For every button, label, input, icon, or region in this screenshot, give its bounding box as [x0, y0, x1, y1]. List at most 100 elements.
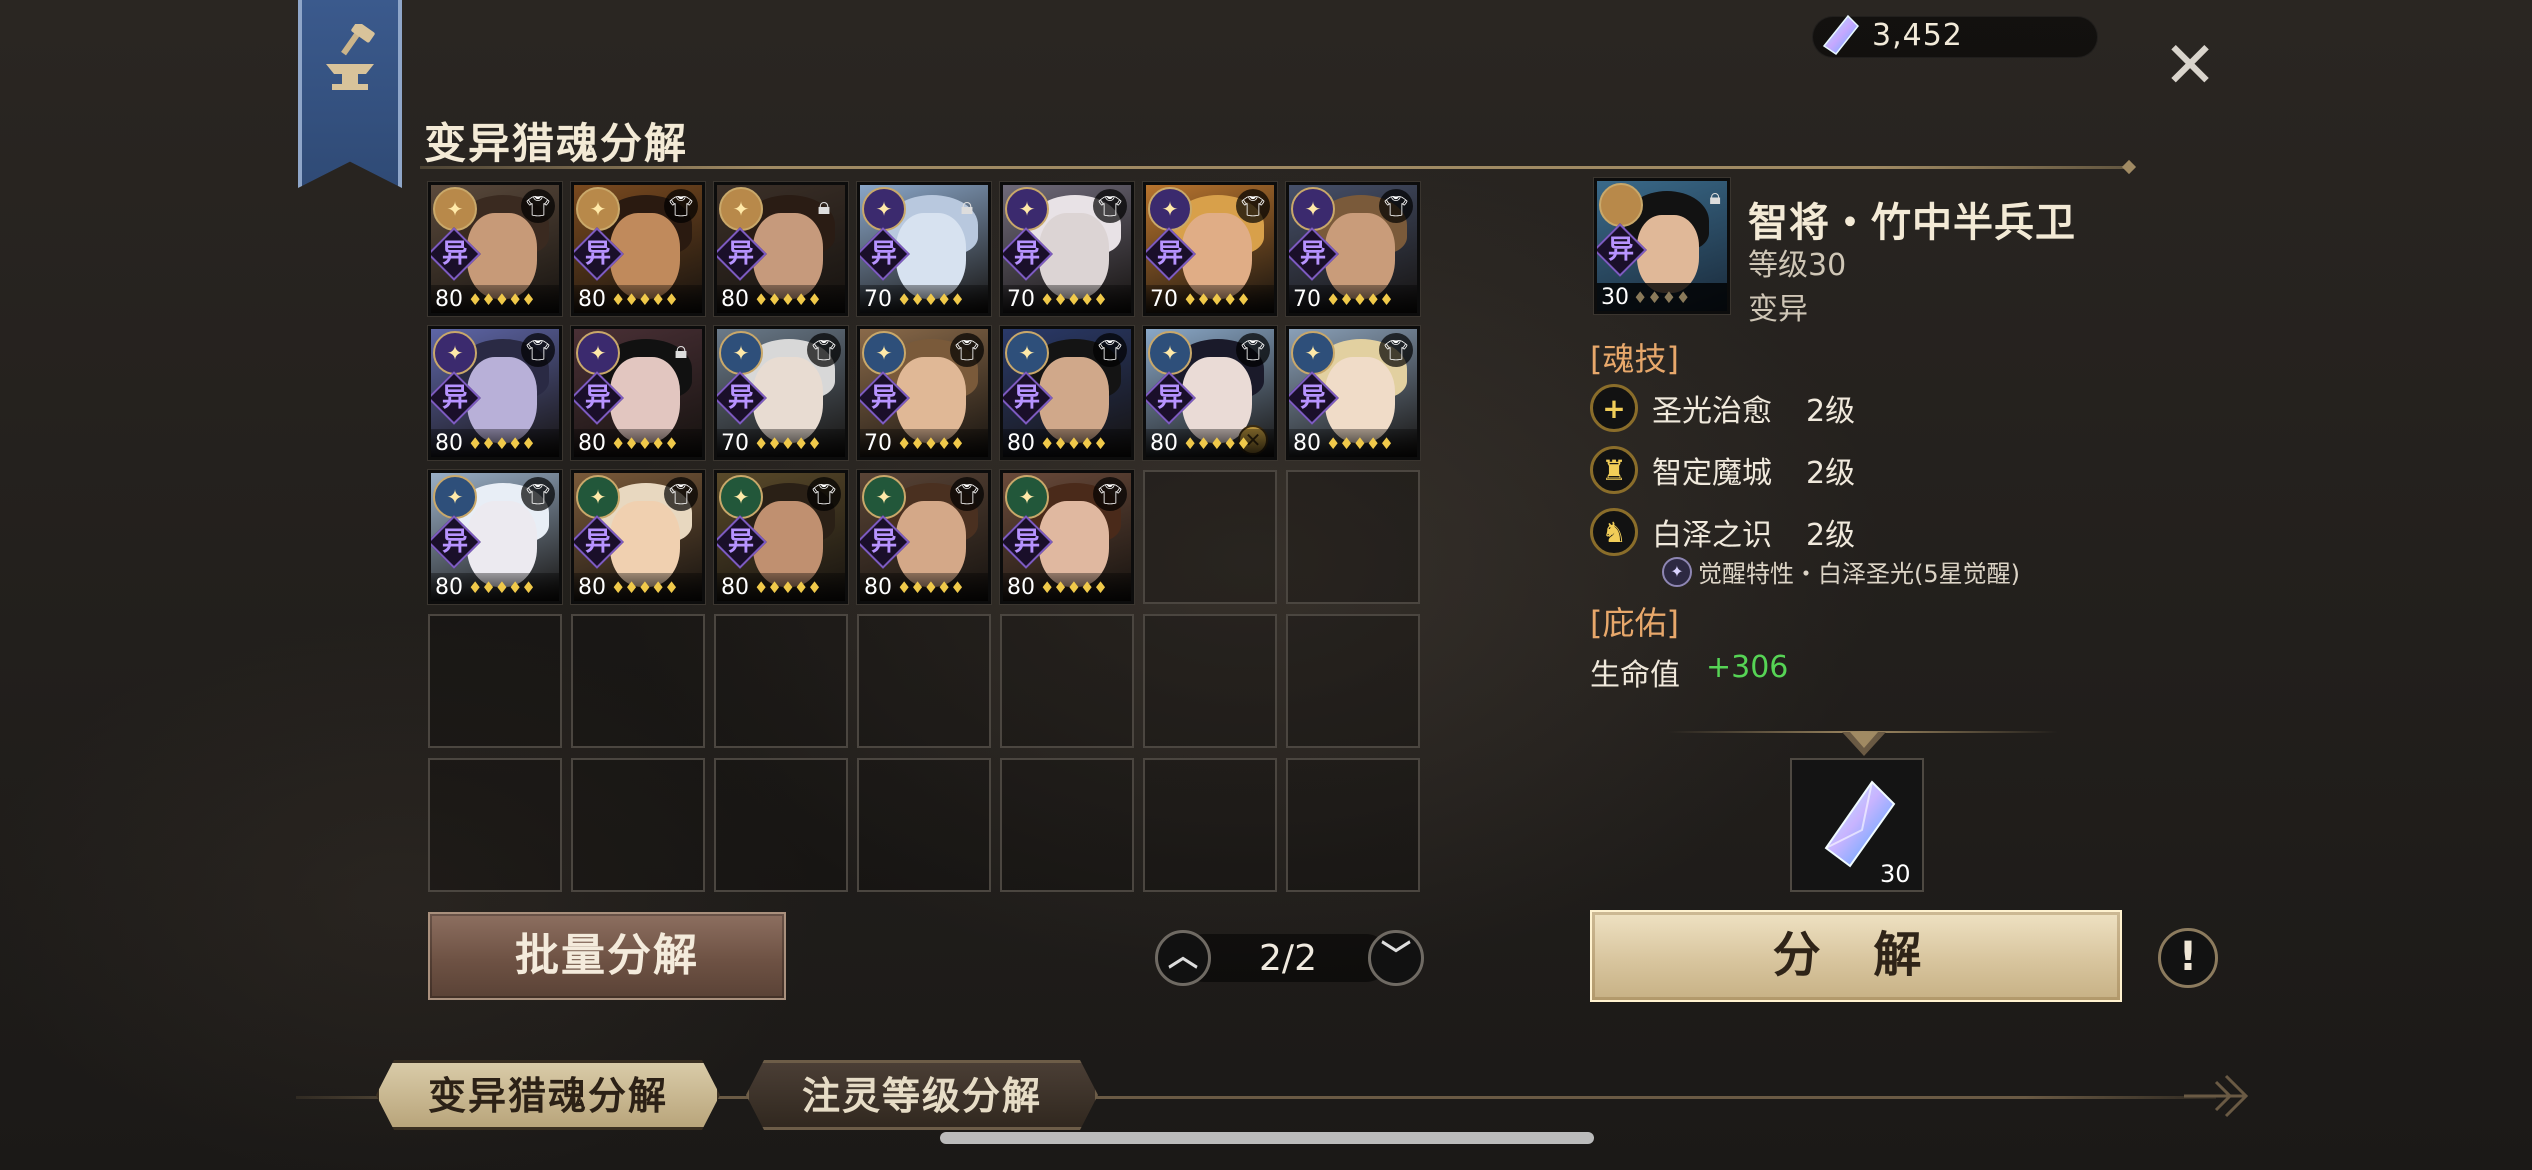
card-stars: ♦♦♦♦♦	[468, 289, 536, 309]
awaken-text: 觉醒特性・白泽圣光(5星觉醒)	[1698, 560, 2020, 588]
hp-value: +306	[1706, 650, 1789, 685]
skill-row: ♜ 智定魔城 2级	[1590, 446, 1855, 494]
card-info-bar: 80 ♦♦♦♦♦	[717, 285, 845, 313]
empty-slot	[1286, 758, 1420, 892]
soul-card[interactable]: ✦ 异 👕︎ 70 ♦♦♦♦♦	[1286, 182, 1420, 316]
awaken-icon: ✦	[1662, 556, 1692, 587]
card-info-bar: 80 ♦♦♦♦♦	[717, 573, 845, 601]
faction-badge-icon: ✦	[576, 331, 620, 375]
empty-slot	[1000, 758, 1134, 892]
card-stars: ♦♦♦♦♦	[754, 433, 822, 453]
plus-icon: +	[1590, 384, 1638, 432]
soul-card[interactable]: ✦ 异 👕︎ 80 ♦♦♦♦♦	[428, 470, 562, 604]
soul-card[interactable]: ✦ 异 🔒︎ 80 ♦♦♦♦♦	[714, 182, 848, 316]
crystal-icon	[1822, 14, 1860, 56]
skill-name: 智定魔城	[1652, 456, 1772, 491]
mutation-badge: 异	[441, 239, 468, 269]
card-stars: ♦♦♦♦♦	[897, 577, 965, 597]
mutation-badge: 异	[441, 527, 468, 557]
card-stars: ♦♦♦♦♦	[1326, 433, 1394, 453]
card-stars: ♦♦♦♦♦	[611, 577, 679, 597]
empty-slot	[714, 614, 848, 748]
skill-row: + 圣光治愈 2级	[1590, 384, 1855, 432]
mutation-badge: 异	[1299, 239, 1326, 269]
soul-card[interactable]: ✦ 异 👕︎ 80 ♦♦♦♦♦	[571, 182, 705, 316]
soul-card[interactable]: ✦ 异 🔒︎ 80 ♦♦♦♦♦	[571, 326, 705, 460]
soul-card[interactable]: ✦ 异 👕︎ 70 ♦♦♦♦♦	[714, 326, 848, 460]
card-info-bar: 70 ♦♦♦♦♦	[1289, 285, 1417, 313]
empty-slot	[1286, 614, 1420, 748]
empty-slot	[428, 614, 562, 748]
soul-card[interactable]: ✦ 异 🔒︎ 70 ♦♦♦♦♦	[857, 182, 991, 316]
exclamation-icon[interactable]: !	[2158, 928, 2218, 988]
skill-level: 2级	[1806, 456, 1856, 491]
decompose-button[interactable]: 分 解	[1590, 910, 2122, 1002]
card-stars: ♦♦♦♦♦	[1040, 433, 1108, 453]
card-stars: ♦♦♦♦♦	[468, 433, 536, 453]
mutation-badge: 异	[870, 527, 897, 557]
outfit-icon: 👕︎	[1093, 477, 1127, 511]
faction-badge-icon: ✦	[862, 331, 906, 375]
card-level: 70	[721, 430, 749, 456]
empty-slot	[857, 614, 991, 748]
soul-card[interactable]: ✦ 异 👕︎ 70 ♦♦♦♦♦	[1000, 182, 1134, 316]
skill-level: 2级	[1806, 394, 1856, 429]
chevron-down-icon[interactable]: ﹀	[1368, 930, 1424, 986]
ornament-icon	[2184, 1074, 2249, 1118]
soul-card[interactable]: ✦ 异 👕︎ 80 ♦♦♦♦♦	[714, 470, 848, 604]
faction-badge-icon: ✦	[1291, 331, 1335, 375]
soul-card[interactable]: ✦ 异 👕︎ 80 ♦♦♦♦♦	[1000, 326, 1134, 460]
faction-badge-icon: ✦	[576, 475, 620, 519]
soul-card[interactable]: ✦ 异 👕︎ 80 ♦♦♦♦♦	[428, 326, 562, 460]
outfit-icon: 👕︎	[521, 333, 555, 367]
faction-badge-icon: ✦	[1291, 187, 1335, 231]
card-stars: ♦♦♦♦♦	[754, 289, 822, 309]
soul-card[interactable]: ✦ 异 👕︎ 70 ♦♦♦♦♦	[857, 326, 991, 460]
mutation-badge: 异	[870, 383, 897, 413]
card-level: 80	[435, 286, 463, 312]
soul-card[interactable]: ✦ 异 👕︎ 80 ♦♦♦♦♦	[1000, 470, 1134, 604]
mutation-badge: 异	[584, 383, 611, 413]
empty-slot	[571, 614, 705, 748]
outfit-icon: 👕︎	[1379, 333, 1413, 367]
card-info-bar: 80 ♦♦♦♦♦	[1146, 429, 1274, 457]
empty-slot	[571, 758, 705, 892]
home-indicator[interactable]	[940, 1132, 1594, 1144]
card-info-bar: 80 ♦♦♦♦♦	[574, 285, 702, 313]
tab-mutation-decompose[interactable]: 变异猎魂分解	[376, 1060, 720, 1130]
outfit-icon: 👕︎	[807, 333, 841, 367]
batch-decompose-button[interactable]: 批量分解	[428, 912, 786, 1000]
arrow-down-icon	[1842, 732, 1886, 756]
empty-slot	[1143, 614, 1277, 748]
faction-badge-icon: ✦	[1005, 475, 1049, 519]
selected-card-stars: ♦♦♦♦	[1633, 287, 1691, 307]
skill-name: 白泽之识	[1652, 518, 1772, 553]
soul-card[interactable]: ✦ 异 👕︎ 80 ♦♦♦♦♦	[571, 470, 705, 604]
soul-card[interactable]: ✦ 异 👕︎ 80 ♦♦♦♦♦	[428, 182, 562, 316]
empty-slot	[1143, 758, 1277, 892]
card-stars: ♦♦♦♦♦	[611, 433, 679, 453]
chevron-up-icon[interactable]: ︿	[1155, 930, 1211, 986]
card-level: 70	[1150, 286, 1178, 312]
soul-card[interactable]: ✦ 异 👕︎ 80 ♦♦♦♦♦	[857, 470, 991, 604]
beast-icon: ♞	[1590, 508, 1638, 556]
mutation-badge: 异	[584, 527, 611, 557]
soul-card[interactable]: ✦ 异 👕︎ 80 ♦♦♦♦♦	[1286, 326, 1420, 460]
card-level: 80	[435, 574, 463, 600]
empty-slot	[1286, 470, 1420, 604]
mutation-badge: 异	[1013, 527, 1040, 557]
mutation-badge: 异	[1156, 383, 1183, 413]
tab-infusion-decompose[interactable]: 注灵等级分解	[746, 1060, 1098, 1130]
mutation-badge: 异	[870, 239, 897, 269]
soul-card[interactable]: ✦ 异 👕︎ 70 ♦♦♦♦♦	[1143, 182, 1277, 316]
close-button[interactable]: ✕	[2160, 34, 2220, 98]
soul-card[interactable]: ✦异👕︎✕80♦♦♦♦♦	[1143, 326, 1277, 460]
skill-row: ♞ 白泽之识 2级	[1590, 508, 1855, 556]
card-info-bar: 80 ♦♦♦♦♦	[1003, 573, 1131, 601]
outfit-icon: 👕︎	[1236, 189, 1270, 223]
mutation-badge: 异	[727, 527, 754, 557]
outfit-icon: 👕︎	[664, 189, 698, 223]
skill-level: 2级	[1806, 518, 1856, 553]
outfit-icon: 👕︎	[1093, 189, 1127, 223]
mutation-badge: 异	[727, 383, 754, 413]
